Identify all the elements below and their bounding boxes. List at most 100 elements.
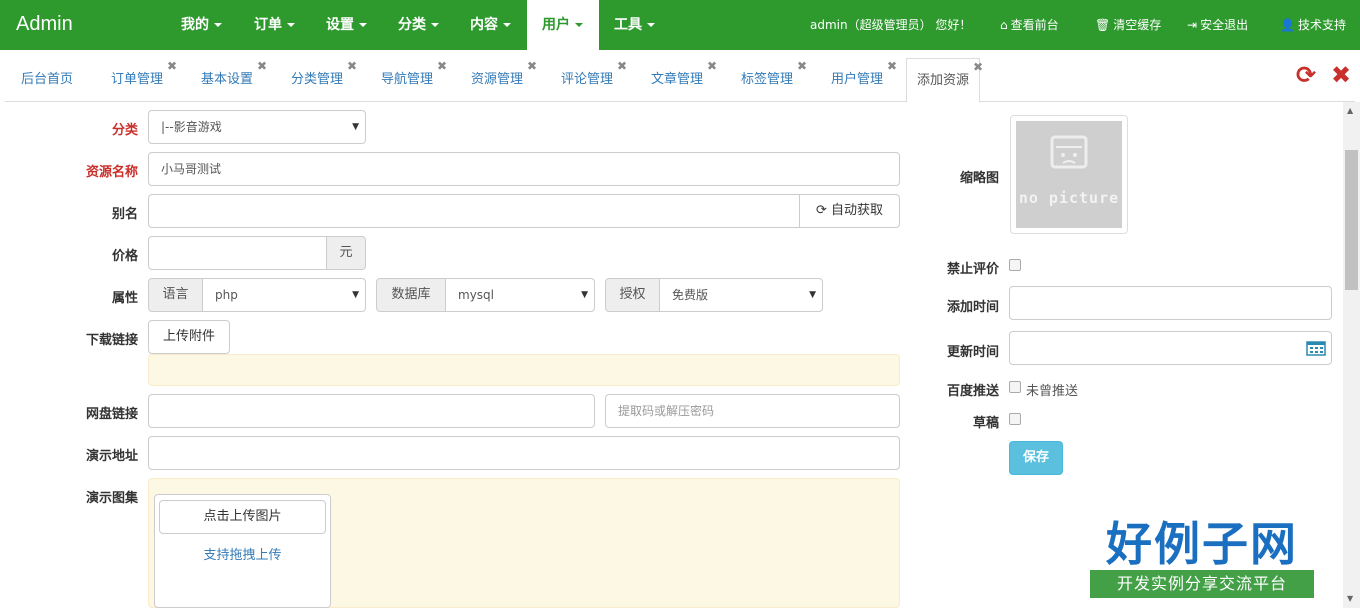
upload-attachment-button[interactable]: 上传附件 — [148, 320, 230, 354]
user-icon: 👤 — [1280, 18, 1295, 32]
nav-item-orders[interactable]: 订单 — [242, 0, 307, 50]
baidu-push-checkbox[interactable] — [1009, 381, 1021, 393]
alias-input[interactable] — [148, 194, 800, 228]
tab-users[interactable]: 用户管理 ✖ — [821, 58, 897, 102]
license-select[interactable]: 免费版 ▼ — [659, 278, 823, 312]
updated-time-label: 更新时间 — [946, 345, 999, 360]
home-icon: ⌂ — [1000, 18, 1008, 32]
refresh-icon: ⟳ — [815, 203, 831, 218]
tab-tags[interactable]: 标签管理 ✖ — [731, 58, 807, 102]
tab-bar: 后台首页 订单管理 ✖ 基本设置 ✖ 分类管理 ✖ 导航管理 ✖ 资源管理 ✖ 评论管理 ✖… — [5, 58, 1355, 103]
language-select[interactable]: php ▼ — [202, 278, 366, 312]
view-frontend-link[interactable]: ⌂ 查看前台 — [1000, 0, 1059, 50]
tab-resources[interactable]: 资源管理 ✖ — [461, 58, 537, 102]
language-value: php — [215, 288, 238, 302]
demo-url-input[interactable] — [148, 436, 900, 470]
price-input[interactable] — [148, 236, 328, 270]
scroll-up-icon[interactable]: ▲ — [1347, 106, 1353, 115]
close-tab-icon[interactable]: ✖ — [707, 60, 717, 72]
link-label: 安全退出 — [1200, 18, 1249, 32]
nav-item-settings[interactable]: 设置 — [314, 0, 379, 50]
close-tab-icon[interactable]: ✖ — [797, 60, 807, 72]
nav-item-content[interactable]: 内容 — [458, 0, 523, 50]
support-link[interactable]: 👤 技术支持 — [1280, 0, 1346, 50]
alias-label: 别名 — [111, 207, 138, 222]
database-select[interactable]: mysql ▼ — [445, 278, 595, 312]
disable-comments-checkbox[interactable] — [1009, 259, 1021, 271]
nav-item-label: 我的 — [181, 17, 209, 33]
link-label: 查看前台 — [1010, 18, 1059, 32]
upload-image-button[interactable]: 点击上传图片 — [159, 500, 326, 534]
nav-item-label: 设置 — [326, 17, 354, 33]
close-tab-icon[interactable]: ✖ — [973, 61, 983, 73]
extract-code-input[interactable]: 提取码或解压密码 — [605, 394, 900, 428]
resource-name-label: 资源名称 — [85, 165, 138, 180]
nav-item-categories[interactable]: 分类 — [386, 0, 451, 50]
nav-item-label: 用户 — [542, 17, 570, 33]
netdisk-input[interactable] — [148, 394, 595, 428]
chevron-down-icon: ▼ — [809, 290, 816, 300]
tab-add-resource[interactable]: 添加资源 ✖ — [906, 58, 983, 103]
thumbnail-label: 缩略图 — [959, 171, 999, 186]
trash-icon: 🗑 — [1095, 18, 1111, 32]
tab-orders[interactable]: 订单管理 ✖ — [101, 58, 177, 102]
tab-navigation[interactable]: 导航管理 ✖ — [371, 58, 447, 102]
logout-link[interactable]: ⇥ 安全退出 — [1187, 0, 1248, 50]
save-button[interactable]: 保存 — [1009, 441, 1063, 475]
draft-label: 草稿 — [972, 416, 999, 431]
close-tab-icon[interactable]: ✖ — [257, 60, 267, 72]
chevron-down-icon: ▼ — [581, 290, 588, 300]
tab-label: 后台首页 — [21, 72, 74, 87]
tab-label: 添加资源 — [917, 73, 970, 88]
added-time-label: 添加时间 — [946, 300, 999, 315]
caret-down-icon — [214, 23, 222, 27]
thumbnail-image[interactable]: no picture — [1010, 115, 1128, 234]
chevron-down-icon: ▼ — [352, 122, 359, 132]
auto-fetch-label: 自动获取 — [831, 203, 884, 218]
price-unit: 元 — [326, 236, 366, 270]
tab-categories[interactable]: 分类管理 ✖ — [281, 58, 357, 102]
close-tab-icon[interactable]: ✖ — [887, 60, 897, 72]
scroll-down-icon[interactable]: ▼ — [1347, 594, 1353, 603]
refresh-icon[interactable]: ⟳ — [1296, 58, 1316, 92]
caret-down-icon — [287, 23, 295, 27]
brand-logo[interactable]: Admin — [16, 13, 73, 36]
nav-item-label: 订单 — [254, 17, 282, 33]
auto-fetch-button[interactable]: ⟳ 自动获取 — [799, 194, 900, 228]
added-time-input[interactable] — [1009, 286, 1332, 320]
baidu-push-status: 未曾推送 — [1026, 384, 1079, 399]
tab-comments[interactable]: 评论管理 ✖ — [551, 58, 627, 102]
caret-down-icon — [647, 23, 655, 27]
tab-label: 资源管理 — [471, 72, 524, 87]
close-icon[interactable]: ✖ — [1331, 58, 1351, 92]
close-tab-icon[interactable]: ✖ — [527, 60, 537, 72]
watermark-subtitle: 开发实例分享交流平台 — [1090, 570, 1314, 598]
tab-label: 文章管理 — [651, 72, 704, 87]
tab-label: 基本设置 — [201, 72, 254, 87]
attachment-list-panel — [148, 354, 900, 386]
nav-item-label: 工具 — [614, 17, 642, 33]
tab-label: 分类管理 — [291, 72, 344, 87]
close-tab-icon[interactable]: ✖ — [437, 60, 447, 72]
clear-cache-link[interactable]: 🗑 清空缓存 — [1095, 0, 1161, 50]
logout-icon: ⇥ — [1187, 18, 1198, 32]
resource-name-input[interactable]: 小马哥测试 — [148, 152, 900, 186]
nav-item-tools[interactable]: 工具 — [602, 0, 667, 50]
nav-item-users[interactable]: 用户 — [527, 0, 599, 50]
calendar-icon[interactable] — [1306, 340, 1326, 356]
close-tab-icon[interactable]: ✖ — [167, 60, 177, 72]
category-select[interactable]: |--影音游戏 ▼ — [148, 110, 366, 144]
disable-comments-label: 禁止评价 — [946, 262, 999, 277]
netdisk-label: 网盘链接 — [85, 407, 138, 422]
nav-item-mine[interactable]: 我的 — [169, 0, 234, 50]
broken-image-icon — [1050, 135, 1088, 169]
tab-basic-settings[interactable]: 基本设置 ✖ — [191, 58, 267, 102]
updated-time-input[interactable] — [1009, 331, 1332, 365]
tab-label: 导航管理 — [381, 72, 434, 87]
tab-home[interactable]: 后台首页 — [11, 58, 83, 102]
close-tab-icon[interactable]: ✖ — [347, 60, 357, 72]
scrollbar-thumb[interactable] — [1345, 150, 1358, 290]
draft-checkbox[interactable] — [1009, 413, 1021, 425]
close-tab-icon[interactable]: ✖ — [617, 60, 627, 72]
tab-articles[interactable]: 文章管理 ✖ — [641, 58, 717, 102]
